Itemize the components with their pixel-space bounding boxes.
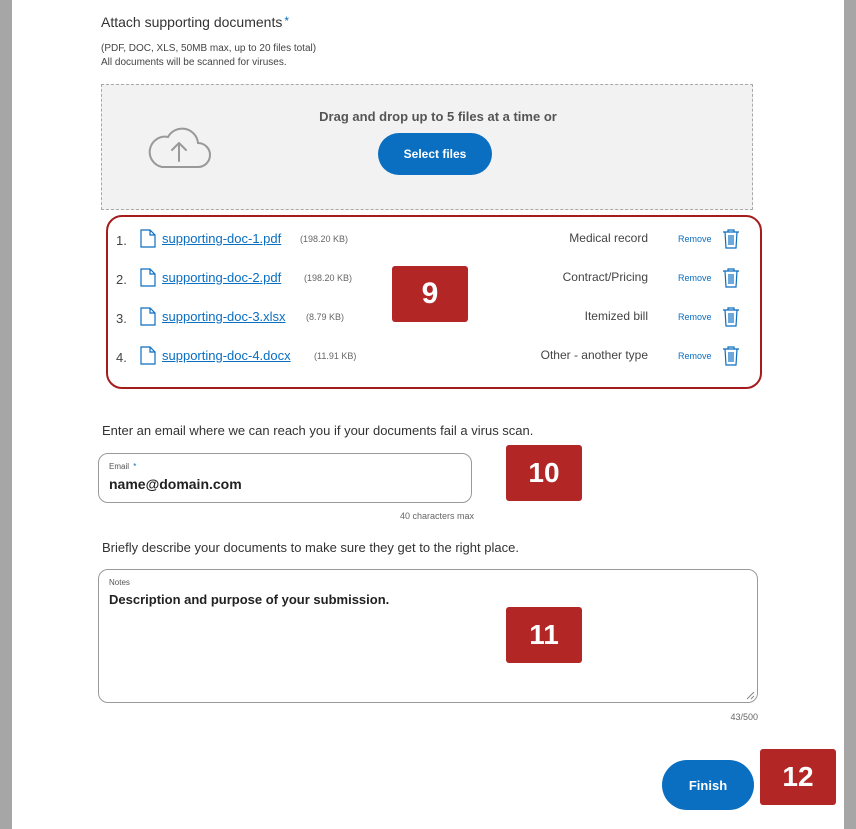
file-type: Contract/Pricing bbox=[562, 270, 648, 284]
file-type: Itemized bill bbox=[584, 309, 648, 323]
trash-icon[interactable] bbox=[722, 268, 740, 288]
notes-value: Description and purpose of your submissi… bbox=[109, 592, 390, 607]
attach-title: Attach supporting documents * bbox=[101, 14, 290, 30]
email-value: name@domain.com bbox=[109, 476, 242, 492]
file-dropzone[interactable]: Drag and drop up to 5 files at a time or… bbox=[101, 84, 753, 210]
virus-scan-note: All documents will be scanned for viruse… bbox=[101, 57, 287, 68]
remove-link[interactable]: Remove bbox=[678, 234, 712, 244]
trash-icon[interactable] bbox=[722, 229, 740, 249]
dropzone-text: Drag and drop up to 5 files at a time or bbox=[319, 109, 557, 124]
required-mark: * bbox=[284, 14, 290, 28]
file-number: 4. bbox=[116, 350, 127, 365]
document-icon bbox=[140, 229, 156, 248]
document-icon bbox=[140, 346, 156, 365]
step-badge-10: 10 bbox=[506, 445, 582, 501]
step-badge-11: 11 bbox=[506, 607, 582, 663]
cloud-upload-icon bbox=[148, 127, 211, 168]
file-number: 2. bbox=[116, 272, 127, 287]
upload-form: Attach supporting documents * (PDF, DOC, … bbox=[12, 0, 844, 829]
file-link[interactable]: supporting-doc-4.docx bbox=[162, 348, 291, 363]
email-prompt: Enter an email where we can reach you if… bbox=[102, 423, 534, 438]
email-label: Email * bbox=[109, 462, 137, 471]
remove-link[interactable]: Remove bbox=[678, 351, 712, 361]
attach-instructions: (PDF, DOC, XLS, 50MB max, up to 20 files… bbox=[101, 42, 316, 70]
notes-prompt: Briefly describe your documents to make … bbox=[102, 540, 519, 555]
file-size: (8.79 KB) bbox=[306, 312, 345, 322]
file-row: 1. supporting-doc-1.pdf (198.20 KB) Medi… bbox=[108, 229, 760, 253]
file-number: 3. bbox=[116, 311, 127, 326]
email-char-limit: 40 characters max bbox=[399, 511, 474, 521]
file-row: 4. supporting-doc-4.docx (11.91 KB) Othe… bbox=[108, 346, 760, 370]
step-badge-9: 9 bbox=[392, 266, 468, 322]
file-link[interactable]: supporting-doc-1.pdf bbox=[162, 231, 281, 246]
file-limits-text: (PDF, DOC, XLS, 50MB max, up to 20 files… bbox=[101, 43, 317, 54]
required-mark: * bbox=[133, 462, 137, 471]
file-size: (198.20 KB) bbox=[304, 273, 353, 283]
step-badge-12: 12 bbox=[760, 749, 836, 805]
document-icon bbox=[140, 307, 156, 326]
notes-char-count: 43/500 bbox=[730, 712, 758, 722]
resize-handle-icon[interactable] bbox=[745, 690, 755, 700]
trash-icon[interactable] bbox=[722, 307, 740, 327]
file-link[interactable]: supporting-doc-2.pdf bbox=[162, 270, 281, 285]
file-type: Medical record bbox=[569, 231, 648, 245]
email-field[interactable]: Email * name@domain.com bbox=[98, 453, 472, 503]
file-link[interactable]: supporting-doc-3.xlsx bbox=[162, 309, 286, 324]
notes-textarea[interactable]: Notes Description and purpose of your su… bbox=[98, 569, 758, 703]
file-size: (11.91 KB) bbox=[314, 351, 357, 361]
trash-icon[interactable] bbox=[722, 346, 740, 366]
notes-label: Notes bbox=[109, 578, 130, 587]
file-number: 1. bbox=[116, 233, 127, 248]
file-size: (198.20 KB) bbox=[300, 234, 349, 244]
remove-link[interactable]: Remove bbox=[678, 312, 712, 322]
file-type: Other - another type bbox=[540, 348, 648, 362]
remove-link[interactable]: Remove bbox=[678, 273, 712, 283]
finish-button[interactable]: Finish bbox=[662, 760, 754, 810]
document-icon bbox=[140, 268, 156, 287]
select-files-button[interactable]: Select files bbox=[378, 133, 492, 175]
